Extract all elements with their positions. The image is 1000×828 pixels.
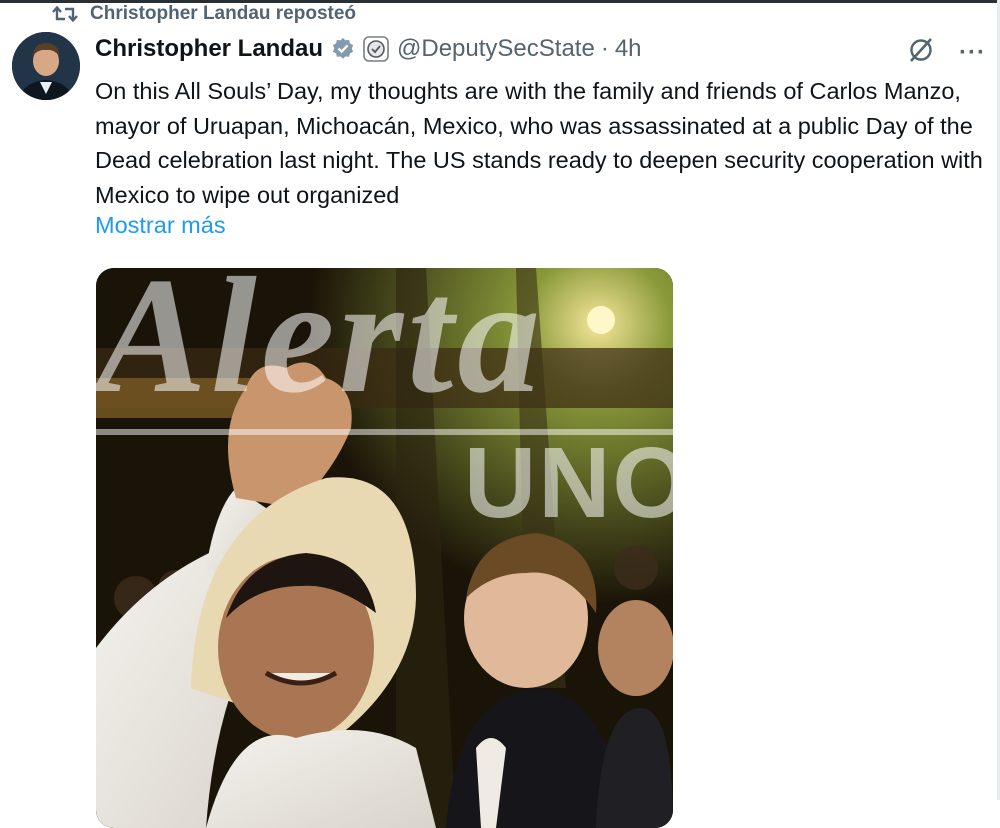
repost-label: Christopher Landau reposteó: [90, 3, 357, 24]
watermark-script: Alerta: [96, 268, 545, 427]
avatar[interactable]: [12, 32, 80, 100]
repost-indicator[interactable]: Christopher Landau reposteó: [52, 2, 356, 26]
more-icon[interactable]: ···: [959, 40, 986, 65]
verified-badge-icon: [331, 37, 355, 61]
tweet-header: Christopher Landau @DeputySecState · 4h: [95, 34, 980, 64]
author-name[interactable]: Christopher Landau: [95, 35, 323, 63]
separator-dot: ·: [600, 35, 609, 62]
timestamp[interactable]: 4h: [615, 35, 642, 63]
watermark-block: UNO: [464, 427, 673, 539]
tweet-actions: ···: [907, 36, 986, 69]
tweet-text: On this All Souls’ Day, my thoughts are …: [95, 78, 983, 208]
show-more-link[interactable]: Mostrar más: [95, 212, 226, 239]
grok-icon[interactable]: [907, 36, 935, 69]
repost-icon: [52, 4, 78, 24]
author-handle[interactable]: @DeputySecState: [397, 35, 595, 63]
affiliation-badge-icon[interactable]: [363, 36, 389, 62]
tweet-photo[interactable]: Alerta UNO: [96, 268, 673, 828]
